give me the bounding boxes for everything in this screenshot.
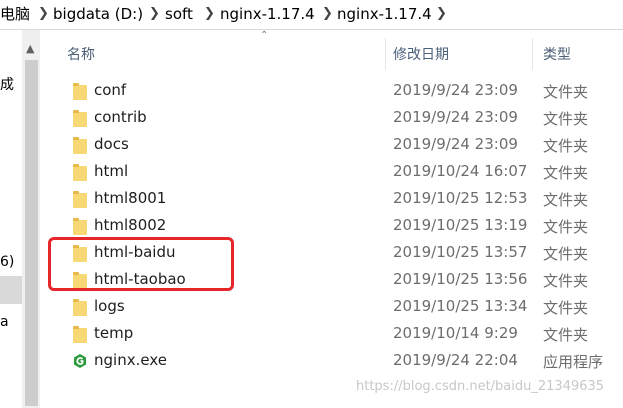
nav-item-label[interactable]: 6) <box>0 254 14 270</box>
chevron-right-icon[interactable]: ❯ <box>204 4 215 24</box>
folder-icon <box>73 191 87 208</box>
file-row[interactable]: nginx.exe 2019/9/24 22:04 应用程序 <box>60 348 623 375</box>
file-type: 文件夹 <box>543 272 589 290</box>
file-name[interactable]: nginx.exe <box>94 351 167 369</box>
file-row[interactable]: temp 2019/10/14 9:29 文件夹 <box>60 321 623 348</box>
file-modified: 2019/10/24 16:07 <box>393 162 528 180</box>
sort-up-icon: ⌃ <box>260 30 269 41</box>
file-type: 文件夹 <box>543 191 589 209</box>
file-modified: 2019/10/25 13:57 <box>393 243 528 261</box>
folder-icon <box>73 326 87 343</box>
highlight-annotation <box>48 237 234 291</box>
column-header-modified[interactable]: 修改日期 <box>393 44 449 64</box>
file-type: 文件夹 <box>543 137 589 155</box>
file-type: 文件夹 <box>543 110 589 128</box>
file-name[interactable]: html <box>94 162 128 180</box>
column-header-name[interactable]: 名称 <box>67 44 95 64</box>
watermark: https://blog.csdn.net/baidu_21349635 <box>356 379 605 394</box>
breadcrumb-item-nginx-current[interactable]: nginx-1.17.4 <box>337 4 432 24</box>
file-modified: 2019/10/25 12:53 <box>393 189 528 207</box>
column-header-type[interactable]: 类型 <box>543 44 571 64</box>
file-row[interactable]: html8001 2019/10/25 12:53 文件夹 <box>60 186 623 213</box>
folder-icon <box>73 83 87 100</box>
file-name[interactable]: conf <box>94 81 126 99</box>
file-name[interactable]: docs <box>94 135 129 153</box>
file-type: 文件夹 <box>543 83 589 101</box>
file-modified: 2019/9/24 22:04 <box>393 351 518 369</box>
folder-icon <box>73 218 87 235</box>
nav-item-label[interactable]: a <box>0 314 9 330</box>
file-type: 文件夹 <box>543 299 589 317</box>
folder-icon <box>73 164 87 181</box>
breadcrumb-item-drive[interactable]: bigdata (D:) <box>53 4 143 24</box>
file-modified: 2019/10/14 9:29 <box>393 324 518 342</box>
file-name[interactable]: temp <box>94 324 133 342</box>
folder-icon <box>73 299 87 316</box>
nav-item-label[interactable]: 成 <box>0 74 14 94</box>
chevron-right-icon[interactable]: ❯ <box>322 4 333 24</box>
file-row[interactable]: docs 2019/9/24 23:09 文件夹 <box>60 132 623 159</box>
chevron-right-icon[interactable]: ❯ <box>436 4 447 24</box>
nginx-exe-icon <box>74 354 86 368</box>
file-modified: 2019/9/24 23:09 <box>393 81 518 99</box>
scroll-up-icon[interactable]: ▲ <box>26 42 34 55</box>
file-type: 文件夹 <box>543 164 589 182</box>
nav-selected-item[interactable] <box>0 276 22 304</box>
folder-icon <box>73 110 87 127</box>
file-modified: 2019/9/24 23:09 <box>393 135 518 153</box>
file-row[interactable]: html8002 2019/10/25 13:19 文件夹 <box>60 213 623 240</box>
file-name[interactable]: contrib <box>94 108 147 126</box>
chevron-right-icon[interactable]: ❯ <box>149 4 160 24</box>
file-row[interactable]: logs 2019/10/25 13:34 文件夹 <box>60 294 623 321</box>
file-name[interactable]: html8002 <box>94 216 166 234</box>
column-divider[interactable] <box>532 38 533 70</box>
file-modified: 2019/9/24 23:09 <box>393 108 518 126</box>
file-type: 文件夹 <box>543 245 589 263</box>
file-row[interactable]: html 2019/10/24 16:07 文件夹 <box>60 159 623 186</box>
file-modified: 2019/10/25 13:19 <box>393 216 528 234</box>
breadcrumb: 电脑 ❯ bigdata (D:) ❯ soft ❯ nginx-1.17.4 … <box>0 0 623 30</box>
file-row[interactable]: conf 2019/9/24 23:09 文件夹 <box>60 78 623 105</box>
file-modified: 2019/10/25 13:56 <box>393 270 528 288</box>
file-type: 文件夹 <box>543 326 589 344</box>
file-name[interactable]: logs <box>94 297 125 315</box>
folder-icon <box>73 137 87 154</box>
breadcrumb-item-pc[interactable]: 电脑 <box>0 4 30 24</box>
nav-scrollbar-thumb[interactable] <box>25 60 38 406</box>
chevron-right-icon[interactable]: ❯ <box>38 4 49 24</box>
file-type: 应用程序 <box>543 353 604 371</box>
breadcrumb-item-nginx-parent[interactable]: nginx-1.17.4 <box>220 4 315 24</box>
file-type: 文件夹 <box>543 218 589 236</box>
breadcrumb-item-soft[interactable]: soft <box>165 4 193 24</box>
file-row[interactable]: contrib 2019/9/24 23:09 文件夹 <box>60 105 623 132</box>
column-header-row: ⌃ 名称 修改日期 类型 <box>42 30 623 76</box>
file-modified: 2019/10/25 13:34 <box>393 297 528 315</box>
column-divider[interactable] <box>385 38 386 70</box>
file-name[interactable]: html8001 <box>94 189 166 207</box>
